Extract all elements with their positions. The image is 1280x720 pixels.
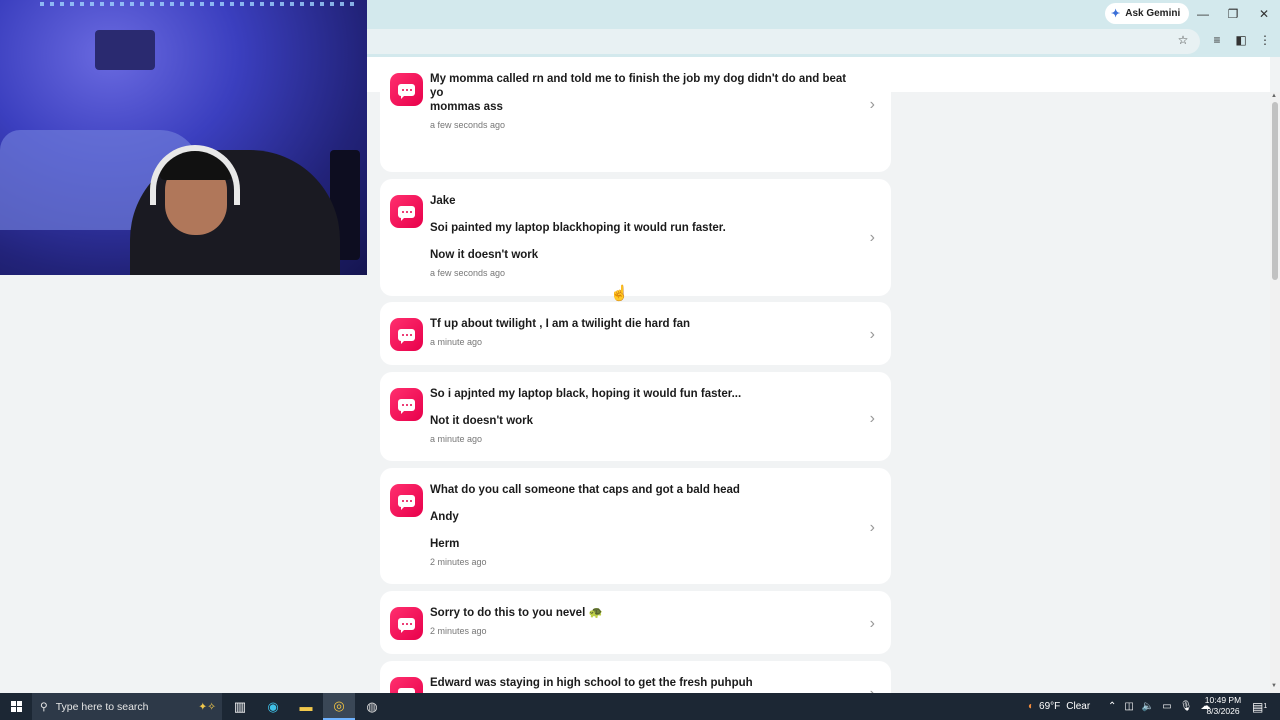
message-card[interactable]: Tf up about twilight , I am a twilight d…	[380, 302, 891, 365]
chevron-right-icon[interactable]: ›	[870, 615, 875, 633]
message-timestamp: 2 minutes ago	[430, 557, 487, 567]
browser-menu-icon[interactable]: ⋮	[1257, 33, 1273, 47]
chat-bubble-icon	[390, 318, 423, 351]
extensions-icon[interactable]: ◧	[1233, 33, 1249, 47]
message-card[interactable]: Edward was staying in high school to get…	[380, 661, 891, 693]
chat-bubble-icon	[390, 607, 423, 640]
chat-bubble-icon	[390, 484, 423, 517]
message-line: Jake	[430, 195, 456, 207]
message-timestamp: a minute ago	[430, 337, 483, 347]
network-icon[interactable]: ◫	[1124, 701, 1133, 712]
taskbar-clock[interactable]: 10:49 PM 8/3/2026	[1198, 695, 1248, 717]
message-timestamp: a few seconds ago	[430, 268, 506, 278]
chevron-right-icon[interactable]: ›	[870, 96, 875, 114]
chat-bubble-icon	[390, 195, 423, 228]
scrollbar-thumb[interactable]	[1272, 102, 1278, 280]
start-button[interactable]	[0, 693, 32, 720]
message-card[interactable]: So i apjnted my laptop black, hoping it …	[380, 372, 891, 461]
chevron-right-icon[interactable]: ›	[870, 326, 875, 344]
message-text: Jake Soi painted my laptop blackhoping it…	[430, 194, 850, 278]
hand-cursor-icon: ☝	[610, 285, 629, 302]
message-timestamp: a minute ago	[430, 434, 483, 444]
led-lights	[40, 2, 360, 6]
message-timestamp: a few seconds ago	[430, 120, 506, 130]
action-center-icon[interactable]: ▤ 1	[1252, 693, 1267, 720]
task-view-icon[interactable]: ▥	[224, 693, 256, 720]
message-text: Tf up about twilight , I am a twilight d…	[430, 317, 850, 347]
message-line: Now it doesn't work	[430, 249, 539, 261]
close-window-button[interactable]: ✕	[1249, 0, 1279, 27]
chat-bubble-icon	[390, 73, 423, 106]
system-tray: ⌃ ◫ 🔈 ▭ 🎙 ☁	[1108, 693, 1210, 720]
message-line: Soi painted my laptop blackhoping it wou…	[430, 222, 726, 234]
windows-logo-icon	[10, 701, 22, 712]
page-scrollbar[interactable]: ▲ ▼	[1270, 92, 1280, 693]
chevron-right-icon[interactable]: ›	[870, 519, 875, 537]
message-line: Andy	[430, 511, 459, 523]
message-line: So i apjnted my laptop black, hoping it …	[430, 388, 742, 400]
search-icon: ⚲	[40, 700, 48, 713]
message-line: Edward was staying in high school to get…	[430, 677, 753, 689]
volume-icon[interactable]: 🔈	[1142, 701, 1154, 712]
message-text: My momma called rn and told me to finish…	[430, 72, 850, 130]
chevron-right-icon[interactable]: ›	[870, 685, 875, 693]
clock-date: 8/3/2026	[1206, 706, 1240, 716]
chat-bubble-icon	[390, 677, 423, 693]
file-explorer-icon[interactable]: ▬	[290, 693, 322, 720]
minimize-button[interactable]: —	[1188, 0, 1218, 27]
ask-gemini-label: Ask Gemini	[1125, 8, 1181, 19]
chat-bubble-icon	[390, 388, 423, 421]
chrome-icon[interactable]: ◎	[323, 693, 355, 720]
gemini-sparkle-icon: ✦	[1111, 8, 1121, 20]
clock-time: 10:49 PM	[1204, 695, 1242, 705]
search-placeholder: Type here to search	[55, 700, 149, 713]
windows-taskbar: ⚲ Type here to search ✦✧ ▥ ◉ ▬ ◎ ◍ ◐ 69°…	[0, 693, 1280, 720]
edge-icon[interactable]: ◉	[257, 693, 289, 720]
chevron-right-icon[interactable]: ›	[870, 229, 875, 247]
display-icon[interactable]: ▭	[1162, 701, 1171, 712]
message-text: Edward was staying in high school to get…	[430, 676, 850, 690]
message-line: My momma called rn and told me to finish…	[430, 73, 847, 99]
restore-button[interactable]: ❐	[1218, 0, 1248, 27]
weather-temp: 69°F	[1039, 701, 1061, 712]
scroll-down-arrow-icon[interactable]: ▼	[1271, 683, 1277, 689]
message-card[interactable]: My momma called rn and told me to finish…	[380, 57, 891, 172]
message-line	[430, 524, 850, 537]
message-line: Herm	[430, 538, 460, 550]
message-text: So i apjnted my laptop black, hoping it …	[430, 387, 850, 444]
message-line: Tf up about twilight , I am a twilight d…	[430, 318, 691, 330]
message-text: What do you call someone that caps and g…	[430, 483, 850, 567]
tray-chevron-icon[interactable]: ⌃	[1108, 701, 1116, 712]
message-card[interactable]: Sorry to do this to you nevel 🐢 2 minutes…	[380, 591, 891, 654]
taskbar-search[interactable]: ⚲ Type here to search ✦✧	[32, 693, 222, 720]
media-controls-icon[interactable]: ≡	[1209, 33, 1225, 47]
message-card[interactable]: What do you call someone that caps and g…	[380, 468, 891, 584]
wall-shelf	[95, 30, 155, 70]
message-line: mommas ass	[430, 101, 503, 113]
scroll-up-arrow-icon[interactable]: ▲	[1271, 93, 1277, 99]
chevron-right-icon[interactable]: ›	[870, 410, 875, 428]
notification-count: 1	[1263, 703, 1268, 710]
microphone-icon[interactable]: 🎙	[1180, 701, 1193, 712]
message-line	[430, 497, 850, 510]
bookmark-star-icon[interactable]: ☆	[1175, 33, 1191, 47]
message-line: Not it doesn't work	[430, 415, 534, 427]
message-text: Sorry to do this to you nevel 🐢 2 minutes…	[430, 606, 850, 636]
ask-gemini-button[interactable]: ✦ Ask Gemini	[1105, 3, 1190, 24]
weather-desc: Clear	[1066, 701, 1091, 712]
message-line	[430, 235, 850, 248]
weather-icon: ◐	[1028, 701, 1035, 712]
message-line: What do you call someone that caps and g…	[430, 484, 740, 496]
message-line	[430, 401, 850, 414]
message-line	[430, 208, 850, 221]
message-line: Sorry to do this to you nevel 🐢	[430, 607, 603, 619]
webcam-overlay	[0, 0, 367, 275]
search-highlight-icon: ✦✧	[198, 700, 216, 713]
obs-icon[interactable]: ◍	[356, 693, 388, 720]
message-card[interactable]: Jake Soi painted my laptop blackhoping it…	[380, 179, 891, 296]
weather-widget[interactable]: ◐ 69°F Clear	[1028, 693, 1090, 720]
message-timestamp: 2 minutes ago	[430, 626, 487, 636]
